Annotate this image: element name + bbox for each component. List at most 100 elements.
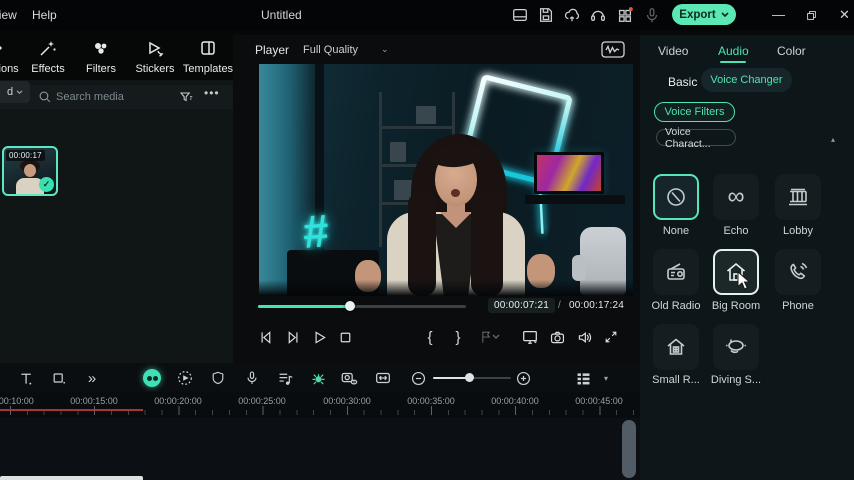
timeline-toolbar: » ▾: [0, 363, 640, 392]
ribbon-item-stickers[interactable]: Stickers: [127, 36, 183, 75]
overlay-tool[interactable]: [49, 368, 69, 388]
phone-icon: [790, 262, 808, 280]
preview-snapshot-tool[interactable]: [339, 368, 359, 388]
tab-audio[interactable]: Audio: [718, 44, 749, 58]
mark-out-button[interactable]: }: [448, 327, 468, 347]
audio-bug-tool[interactable]: [308, 368, 328, 388]
fullscreen-button[interactable]: [601, 327, 621, 347]
echo-icon: ∞: [727, 183, 745, 210]
volume-button[interactable]: [574, 327, 594, 347]
cloud-upload-icon[interactable]: [563, 6, 581, 24]
video-preview[interactable]: #: [259, 64, 633, 296]
stop-button[interactable]: [335, 327, 355, 347]
chevron-down-icon: ⌄: [381, 44, 389, 54]
tab-color[interactable]: Color: [777, 44, 806, 58]
ribbon-item-filters[interactable]: Filters: [73, 36, 129, 75]
fit-timeline-tool[interactable]: [373, 368, 393, 388]
tab-video[interactable]: Video: [658, 44, 688, 58]
effect-card-echo[interactable]: ∞: [713, 174, 759, 220]
timeline-tracks-area[interactable]: [0, 418, 640, 480]
effect-card-old-radio[interactable]: [653, 249, 699, 295]
zoom-in-button[interactable]: [513, 368, 533, 388]
player-label: Player: [255, 43, 290, 57]
quality-dropdown[interactable]: Full Quality: [303, 44, 358, 56]
media-clip-thumbnail[interactable]: 00:00:17 ✓: [2, 146, 58, 196]
mark-in-button[interactable]: {: [420, 327, 440, 347]
effect-card-big-room[interactable]: [713, 249, 759, 295]
playback-progress-bar[interactable]: [258, 305, 466, 308]
more-dots-icon[interactable]: •••: [204, 86, 220, 100]
previous-frame-button[interactable]: [255, 327, 275, 347]
search-input[interactable]: [56, 87, 174, 107]
effect-card-phone[interactable]: [775, 249, 821, 295]
zoom-slider-handle[interactable]: [465, 373, 474, 382]
ai-mask-tool[interactable]: [142, 368, 162, 388]
timeline-clip[interactable]: [0, 476, 143, 480]
total-timecode: 00:00:17:24: [569, 300, 625, 311]
more-tools-button[interactable]: »: [82, 368, 102, 388]
export-button[interactable]: Export: [672, 4, 736, 25]
record-voiceover-tool[interactable]: [242, 368, 262, 388]
window-title: Untitled: [261, 8, 302, 22]
track-manager-arrow-icon[interactable]: ▾: [596, 368, 616, 388]
subtab-basic[interactable]: Basic: [668, 75, 697, 89]
snapshot-button[interactable]: [547, 327, 567, 347]
ribbon-item-templates[interactable]: Templates: [180, 36, 236, 75]
close-button[interactable]: ✕: [839, 7, 850, 23]
media-search-bar: •••: [0, 85, 233, 109]
next-frame-button[interactable]: [283, 327, 303, 347]
play-button[interactable]: [309, 327, 329, 347]
keyframe-animation-tool[interactable]: [175, 368, 195, 388]
progress-handle[interactable]: [345, 301, 355, 311]
chevron-down-icon: [16, 89, 23, 94]
ribbon-item-effects[interactable]: Effects: [20, 36, 76, 75]
save-icon[interactable]: [537, 6, 555, 24]
search-icon: [38, 90, 52, 104]
render-range-marker: [0, 409, 143, 411]
display-device-button[interactable]: [520, 327, 540, 347]
menu-help[interactable]: Help: [32, 8, 57, 22]
background-monitor: [534, 152, 604, 194]
templates-icon: [180, 36, 236, 60]
timeline-vertical-scrollbar[interactable]: [622, 420, 636, 478]
maximize-button[interactable]: [805, 7, 818, 22]
apps-grid-icon[interactable]: [616, 6, 634, 24]
filters-icon: [73, 36, 129, 60]
panel-collapse-arrow-icon[interactable]: ▴: [831, 135, 835, 144]
export-label: Export: [679, 8, 716, 21]
timeline-ruler[interactable]: 00:00:10:00 00:00:15:00 00:00:20:00 00:0…: [0, 392, 640, 418]
transitions-icon: [0, 36, 22, 60]
none-icon: [667, 188, 685, 206]
active-tab-underline: [720, 61, 746, 63]
layout-panel-icon[interactable]: [511, 6, 529, 24]
small-room-icon: [667, 338, 685, 355]
voice-filters-button[interactable]: Voice Filters: [654, 102, 735, 122]
stickers-icon: [127, 36, 183, 60]
subtab-voice-changer[interactable]: Voice Changer: [701, 68, 792, 92]
flag-chevron-icon[interactable]: [491, 327, 501, 347]
effect-card-diving[interactable]: [713, 324, 759, 370]
effect-card-small-room[interactable]: [653, 324, 699, 370]
clip-added-check-icon: ✓: [39, 177, 54, 192]
shield-tool[interactable]: [208, 368, 228, 388]
diving-mask-icon: [726, 339, 746, 354]
effect-card-lobby[interactable]: [775, 174, 821, 220]
track-manager-button[interactable]: [573, 368, 593, 388]
headset-icon[interactable]: [589, 6, 607, 24]
audio-meter-icon[interactable]: [601, 41, 625, 58]
audio-list-tool[interactable]: [275, 368, 295, 388]
media-type-dropdown[interactable]: d: [0, 81, 30, 103]
menu-view[interactable]: View: [0, 8, 17, 22]
zoom-out-button[interactable]: [408, 368, 428, 388]
ai-mask-icon: [143, 369, 161, 387]
text-tool[interactable]: [16, 368, 36, 388]
voice-character-dropdown[interactable]: Voice Charact...: [656, 126, 736, 150]
effect-card-none[interactable]: [653, 174, 699, 220]
chevron-down-icon: [721, 11, 729, 17]
player-panel: Player Full Quality ⌄ # 00:00:07:21 / 00…: [233, 35, 640, 363]
microphone-icon[interactable]: [643, 6, 661, 24]
video-editor-app: View Help Untitled Export — ✕ Transiti: [0, 0, 854, 480]
ribbon-item-transitions[interactable]: Transitions: [0, 36, 22, 75]
filter-funnel-icon[interactable]: [178, 90, 193, 105]
minimize-button[interactable]: —: [772, 7, 785, 22]
